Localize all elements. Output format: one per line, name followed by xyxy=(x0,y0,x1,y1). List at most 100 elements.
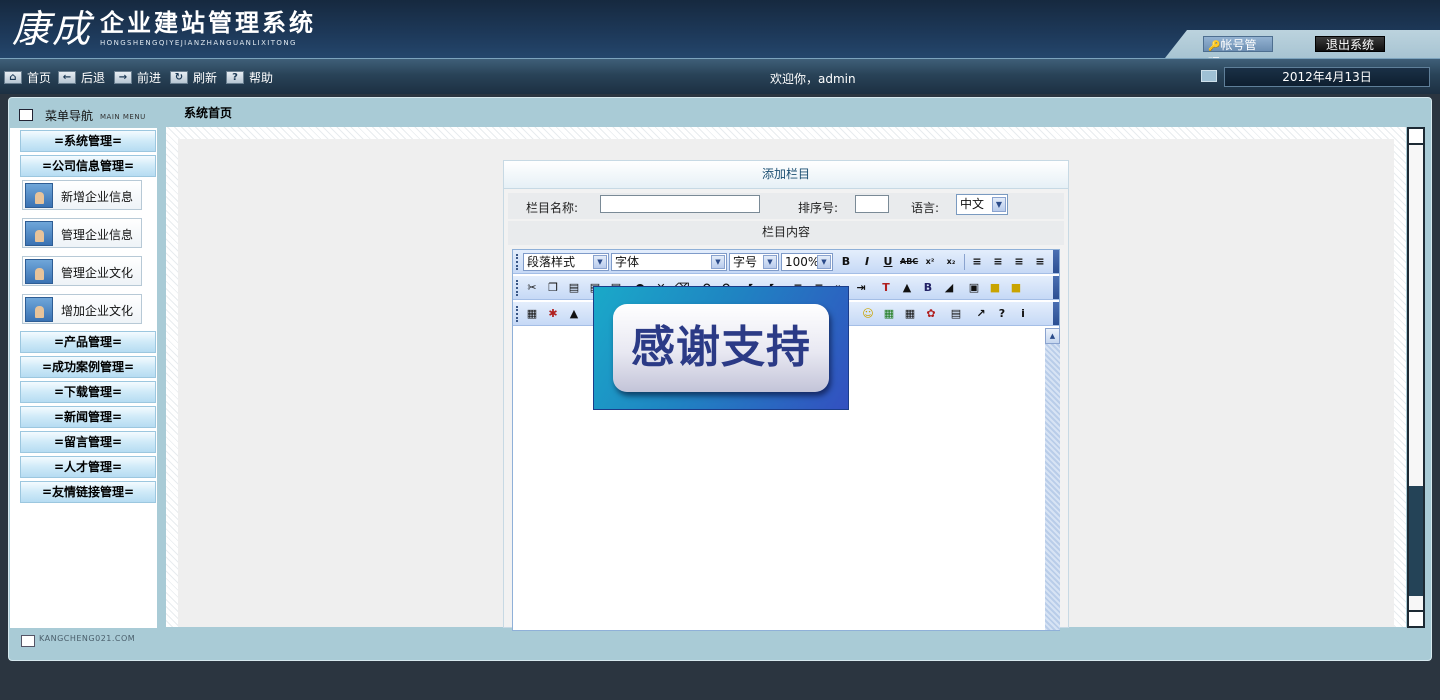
footer: KANGCHENG021.COM xyxy=(9,630,1431,658)
bold-icon[interactable]: B xyxy=(837,253,855,271)
scroll-thumb[interactable] xyxy=(1409,486,1423,596)
highlight-icon[interactable]: B xyxy=(919,279,937,297)
app-pinyin: HONGSHENGQIYEJIANZHANGUANLIXITONG xyxy=(100,39,297,47)
help-icon[interactable]: ? xyxy=(993,305,1011,323)
menu-icon xyxy=(19,109,33,121)
help-icon: ? xyxy=(226,70,244,84)
chevron-down-icon: ▼ xyxy=(817,255,831,269)
align-center-icon[interactable]: ≡ xyxy=(989,253,1007,271)
sidebar-title: 菜单导航 xyxy=(45,108,94,123)
maximize-icon[interactable]: ↗ xyxy=(972,305,990,323)
text-color-icon[interactable]: T xyxy=(877,279,895,297)
toolbar-separator xyxy=(964,254,965,270)
nav-refresh-button[interactable]: ↻ 刷新 xyxy=(170,69,217,85)
align-right-icon[interactable]: ≡ xyxy=(1010,253,1028,271)
content-label: 栏目内容 xyxy=(508,221,1064,245)
nav-home-button[interactable]: ⌂ 首页 xyxy=(4,69,51,85)
underline-icon[interactable]: U xyxy=(879,253,897,271)
app-title: 企业建站管理系统 xyxy=(100,10,317,37)
nav-forward-button[interactable]: → 前进 xyxy=(114,69,161,85)
menu-products[interactable]: =产品管理= xyxy=(20,331,156,353)
chevron-down-icon: ▼ xyxy=(763,255,777,269)
emoticon-icon[interactable]: ☺ xyxy=(859,305,877,323)
italic-icon[interactable]: I xyxy=(858,253,876,271)
back-arrow-icon: ← xyxy=(58,70,76,84)
bug-icon[interactable]: ✿ xyxy=(922,305,940,323)
nav-help-label: 帮助 xyxy=(249,70,274,85)
monitor-icon xyxy=(1201,70,1217,82)
nav-help-button[interactable]: ? 帮助 xyxy=(226,69,273,85)
template-icon[interactable]: ▤ xyxy=(947,305,965,323)
forward-arrow-icon: → xyxy=(114,70,132,84)
menu-news[interactable]: =新闻管理= xyxy=(20,406,156,428)
paragraph-style-value: 段落样式 xyxy=(527,255,576,269)
menu-system[interactable]: =系统管理= xyxy=(20,130,156,152)
superscript-icon[interactable]: x² xyxy=(921,253,939,271)
menu-cases[interactable]: =成功案例管理= xyxy=(20,356,156,378)
refresh-icon: ↻ xyxy=(170,70,188,84)
user-card-icon xyxy=(25,183,53,208)
indent-icon[interactable]: ⇥ xyxy=(852,279,870,297)
paragraph-style-select[interactable]: 段落样式 ▼ xyxy=(523,253,609,271)
gradient-icon[interactable]: ◢ xyxy=(940,279,958,297)
chevron-down-icon: ▼ xyxy=(593,255,607,269)
sidebar-subtitle: MAIN MENU xyxy=(100,113,146,121)
background-color-icon[interactable]: ▲ xyxy=(898,279,916,297)
layer-icon[interactable]: ■ xyxy=(986,279,1004,297)
logo-text-block: 企业建站管理系统 HONGSHENGQIYEJIANZHANGUANLIXITO… xyxy=(100,10,316,48)
layers-icon[interactable]: ■ xyxy=(1007,279,1025,297)
logout-button[interactable]: 退出系统 xyxy=(1315,36,1385,52)
info-icon[interactable]: i xyxy=(1014,305,1032,323)
sidebar-menu: =系统管理= =公司信息管理= 新增企业信息 管理企业信息 管理企业文化 增加企… xyxy=(10,128,157,628)
chevron-up-icon[interactable]: ▲ xyxy=(1045,328,1060,344)
column-name-input[interactable] xyxy=(600,195,760,213)
scroll-down-button[interactable] xyxy=(1409,610,1423,626)
align-justify-icon[interactable]: ≡ xyxy=(1031,253,1049,271)
editor-scrollbar[interactable]: ▲ xyxy=(1045,328,1060,630)
zoom-select[interactable]: 100% ▼ xyxy=(781,253,833,271)
top-header: 康成 企业建站管理系统 HONGSHENGQIYEJIANZHANGUANLIX… xyxy=(0,0,1440,58)
nav-back-button[interactable]: ← 后退 xyxy=(58,69,105,85)
media-icon[interactable]: ▲ xyxy=(565,305,583,323)
account-management-button[interactable]: 🔑帐号管理 xyxy=(1203,36,1273,58)
sub-item-add-culture[interactable]: 增加企业文化 xyxy=(22,294,142,324)
image-icon[interactable]: ▦ xyxy=(523,305,541,323)
copy-icon[interactable]: ❐ xyxy=(544,279,562,297)
nav-bar: ⌂ 首页 ← 后退 → 前进 ↻ 刷新 ? 帮助 欢迎你，admin 2012年… xyxy=(0,58,1440,94)
menu-company-info[interactable]: =公司信息管理= xyxy=(20,155,156,177)
flash-icon[interactable]: ✱ xyxy=(544,305,562,323)
paste-icon[interactable]: ▤ xyxy=(565,279,583,297)
cut-icon[interactable]: ✂ xyxy=(523,279,541,297)
top-actions: 🔑帐号管理 退出系统 xyxy=(1165,30,1440,58)
subscript-icon[interactable]: x₂ xyxy=(942,253,960,271)
thanks-banner: 感谢支持 xyxy=(593,286,849,410)
nav-refresh-label: 刷新 xyxy=(193,70,218,85)
align-left-icon[interactable]: ≡ xyxy=(968,253,986,271)
page-scrollbar[interactable] xyxy=(1407,127,1425,628)
toolbar-grip xyxy=(516,254,519,270)
menu-messages[interactable]: =留言管理= xyxy=(20,431,156,453)
scroll-up-button[interactable] xyxy=(1409,129,1423,145)
language-select[interactable]: 中文 ▼ xyxy=(956,194,1008,215)
frame-icon[interactable]: ▣ xyxy=(965,279,983,297)
font-select[interactable]: 字体 ▼ xyxy=(611,253,727,271)
special-char-icon[interactable]: ▦ xyxy=(901,305,919,323)
footer-domain: KANGCHENG021.COM xyxy=(39,634,136,643)
sub-item-label: 增加企业文化 xyxy=(61,304,134,318)
strikethrough-icon[interactable]: ABC xyxy=(900,253,918,271)
key-icon: 🔑 xyxy=(1208,41,1221,52)
nav-back-label: 后退 xyxy=(81,70,106,85)
order-input[interactable] xyxy=(855,195,889,213)
font-size-select[interactable]: 字号 ▼ xyxy=(729,253,779,271)
sub-item-manage-culture[interactable]: 管理企业文化 xyxy=(22,256,142,286)
sub-item-manage-company-info[interactable]: 管理企业信息 xyxy=(22,218,142,248)
menu-downloads[interactable]: =下载管理= xyxy=(20,381,156,403)
menu-talent[interactable]: =人才管理= xyxy=(20,456,156,478)
excel-icon[interactable]: ▦ xyxy=(880,305,898,323)
toolbar-grip xyxy=(516,280,519,296)
menu-links[interactable]: =友情链接管理= xyxy=(20,481,156,503)
order-label: 排序号: xyxy=(798,201,839,215)
logo-brand: 康成 xyxy=(12,7,93,51)
sub-item-label: 新增企业信息 xyxy=(61,190,134,204)
sub-item-add-company-info[interactable]: 新增企业信息 xyxy=(22,180,142,210)
